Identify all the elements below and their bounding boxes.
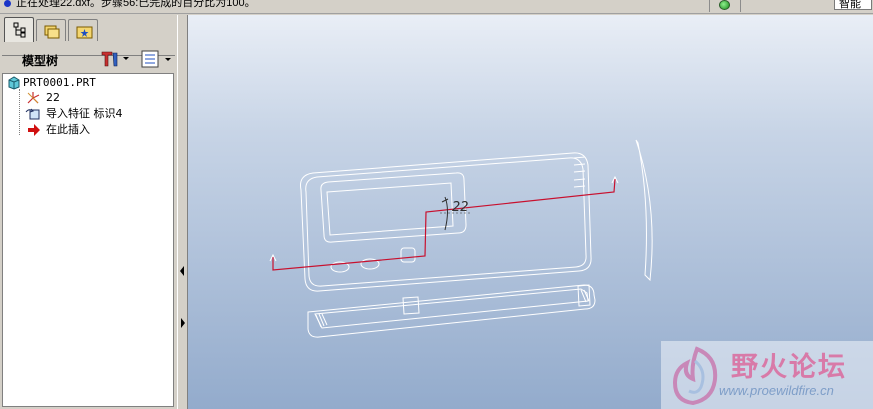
layers-folder-icon bbox=[44, 25, 60, 39]
selection-filter-dropdown[interactable]: 智能 bbox=[834, 0, 872, 10]
tree-item-csys[interactable]: 22 bbox=[25, 90, 145, 106]
status-message: 正在处理22.dxf。步骤56:已完成的百分比为100。 bbox=[16, 0, 256, 9]
list-settings-icon bbox=[141, 50, 171, 68]
graphics-window[interactable]: 22 野火论坛 www.proewildfire.cn bbox=[188, 15, 873, 409]
tab-model-tree[interactable] bbox=[4, 17, 34, 42]
tree-connector bbox=[19, 89, 20, 135]
tree-item-import-feature[interactable]: 导入特征 标识4 bbox=[25, 106, 170, 122]
message-bullet-icon bbox=[4, 0, 11, 7]
message-area: 正在处理22.dxf。步骤56:已完成的百分比为100。 智能 bbox=[0, 0, 873, 14]
tree-item-label: PRT0001.PRT bbox=[23, 76, 96, 89]
forum-watermark: 野火论坛 www.proewildfire.cn bbox=[661, 341, 873, 409]
panel-splitter[interactable] bbox=[177, 15, 188, 409]
model-tree-header: 模型树 bbox=[2, 42, 175, 72]
collapse-arrows-icon bbox=[180, 266, 185, 328]
datum-csys-icon bbox=[27, 92, 40, 104]
regeneration-status-icon[interactable] bbox=[719, 0, 730, 10]
csys-label: 22 bbox=[452, 200, 469, 215]
tab-layers[interactable] bbox=[36, 19, 66, 41]
tree-item-part[interactable]: PRT0001.PRT bbox=[6, 75, 166, 91]
model-tree-title: 模型树 bbox=[22, 54, 59, 68]
status-divider bbox=[740, 0, 741, 12]
tree-item-insert-here[interactable]: 在此插入 bbox=[25, 122, 135, 138]
navigator-tabs bbox=[2, 17, 175, 42]
tree-item-label: 导入特征 标识4 bbox=[46, 107, 123, 120]
model-tree-icon bbox=[13, 22, 26, 38]
favorites-folder-icon bbox=[76, 26, 93, 39]
watermark-url: www.proewildfire.cn bbox=[719, 383, 834, 398]
thermostat-outline-sketch bbox=[300, 139, 653, 338]
section-polyline bbox=[272, 178, 616, 271]
tree-item-label: 22 bbox=[46, 91, 60, 104]
tools-icon bbox=[101, 51, 129, 67]
part-cube-icon bbox=[8, 76, 20, 90]
direction-arrows bbox=[269, 175, 619, 262]
status-divider bbox=[709, 0, 710, 12]
watermark-title: 野火论坛 bbox=[731, 352, 847, 383]
tree-settings-button[interactable] bbox=[100, 50, 132, 68]
import-feature-icon bbox=[25, 108, 40, 120]
model-tree: PRT0001.PRT 22 导入特征 标识4 在此插入 bbox=[2, 73, 174, 407]
tree-item-label: 在此插入 bbox=[46, 123, 90, 136]
insert-here-arrow-icon bbox=[28, 124, 40, 136]
navigator-panel: 模型树 PRT0001.PRT 22 导入特征 标识4 在此插入 bbox=[0, 15, 177, 409]
flame-logo-icon bbox=[672, 346, 718, 406]
tab-favorites[interactable] bbox=[68, 19, 98, 41]
tree-columns-button[interactable] bbox=[140, 49, 174, 69]
